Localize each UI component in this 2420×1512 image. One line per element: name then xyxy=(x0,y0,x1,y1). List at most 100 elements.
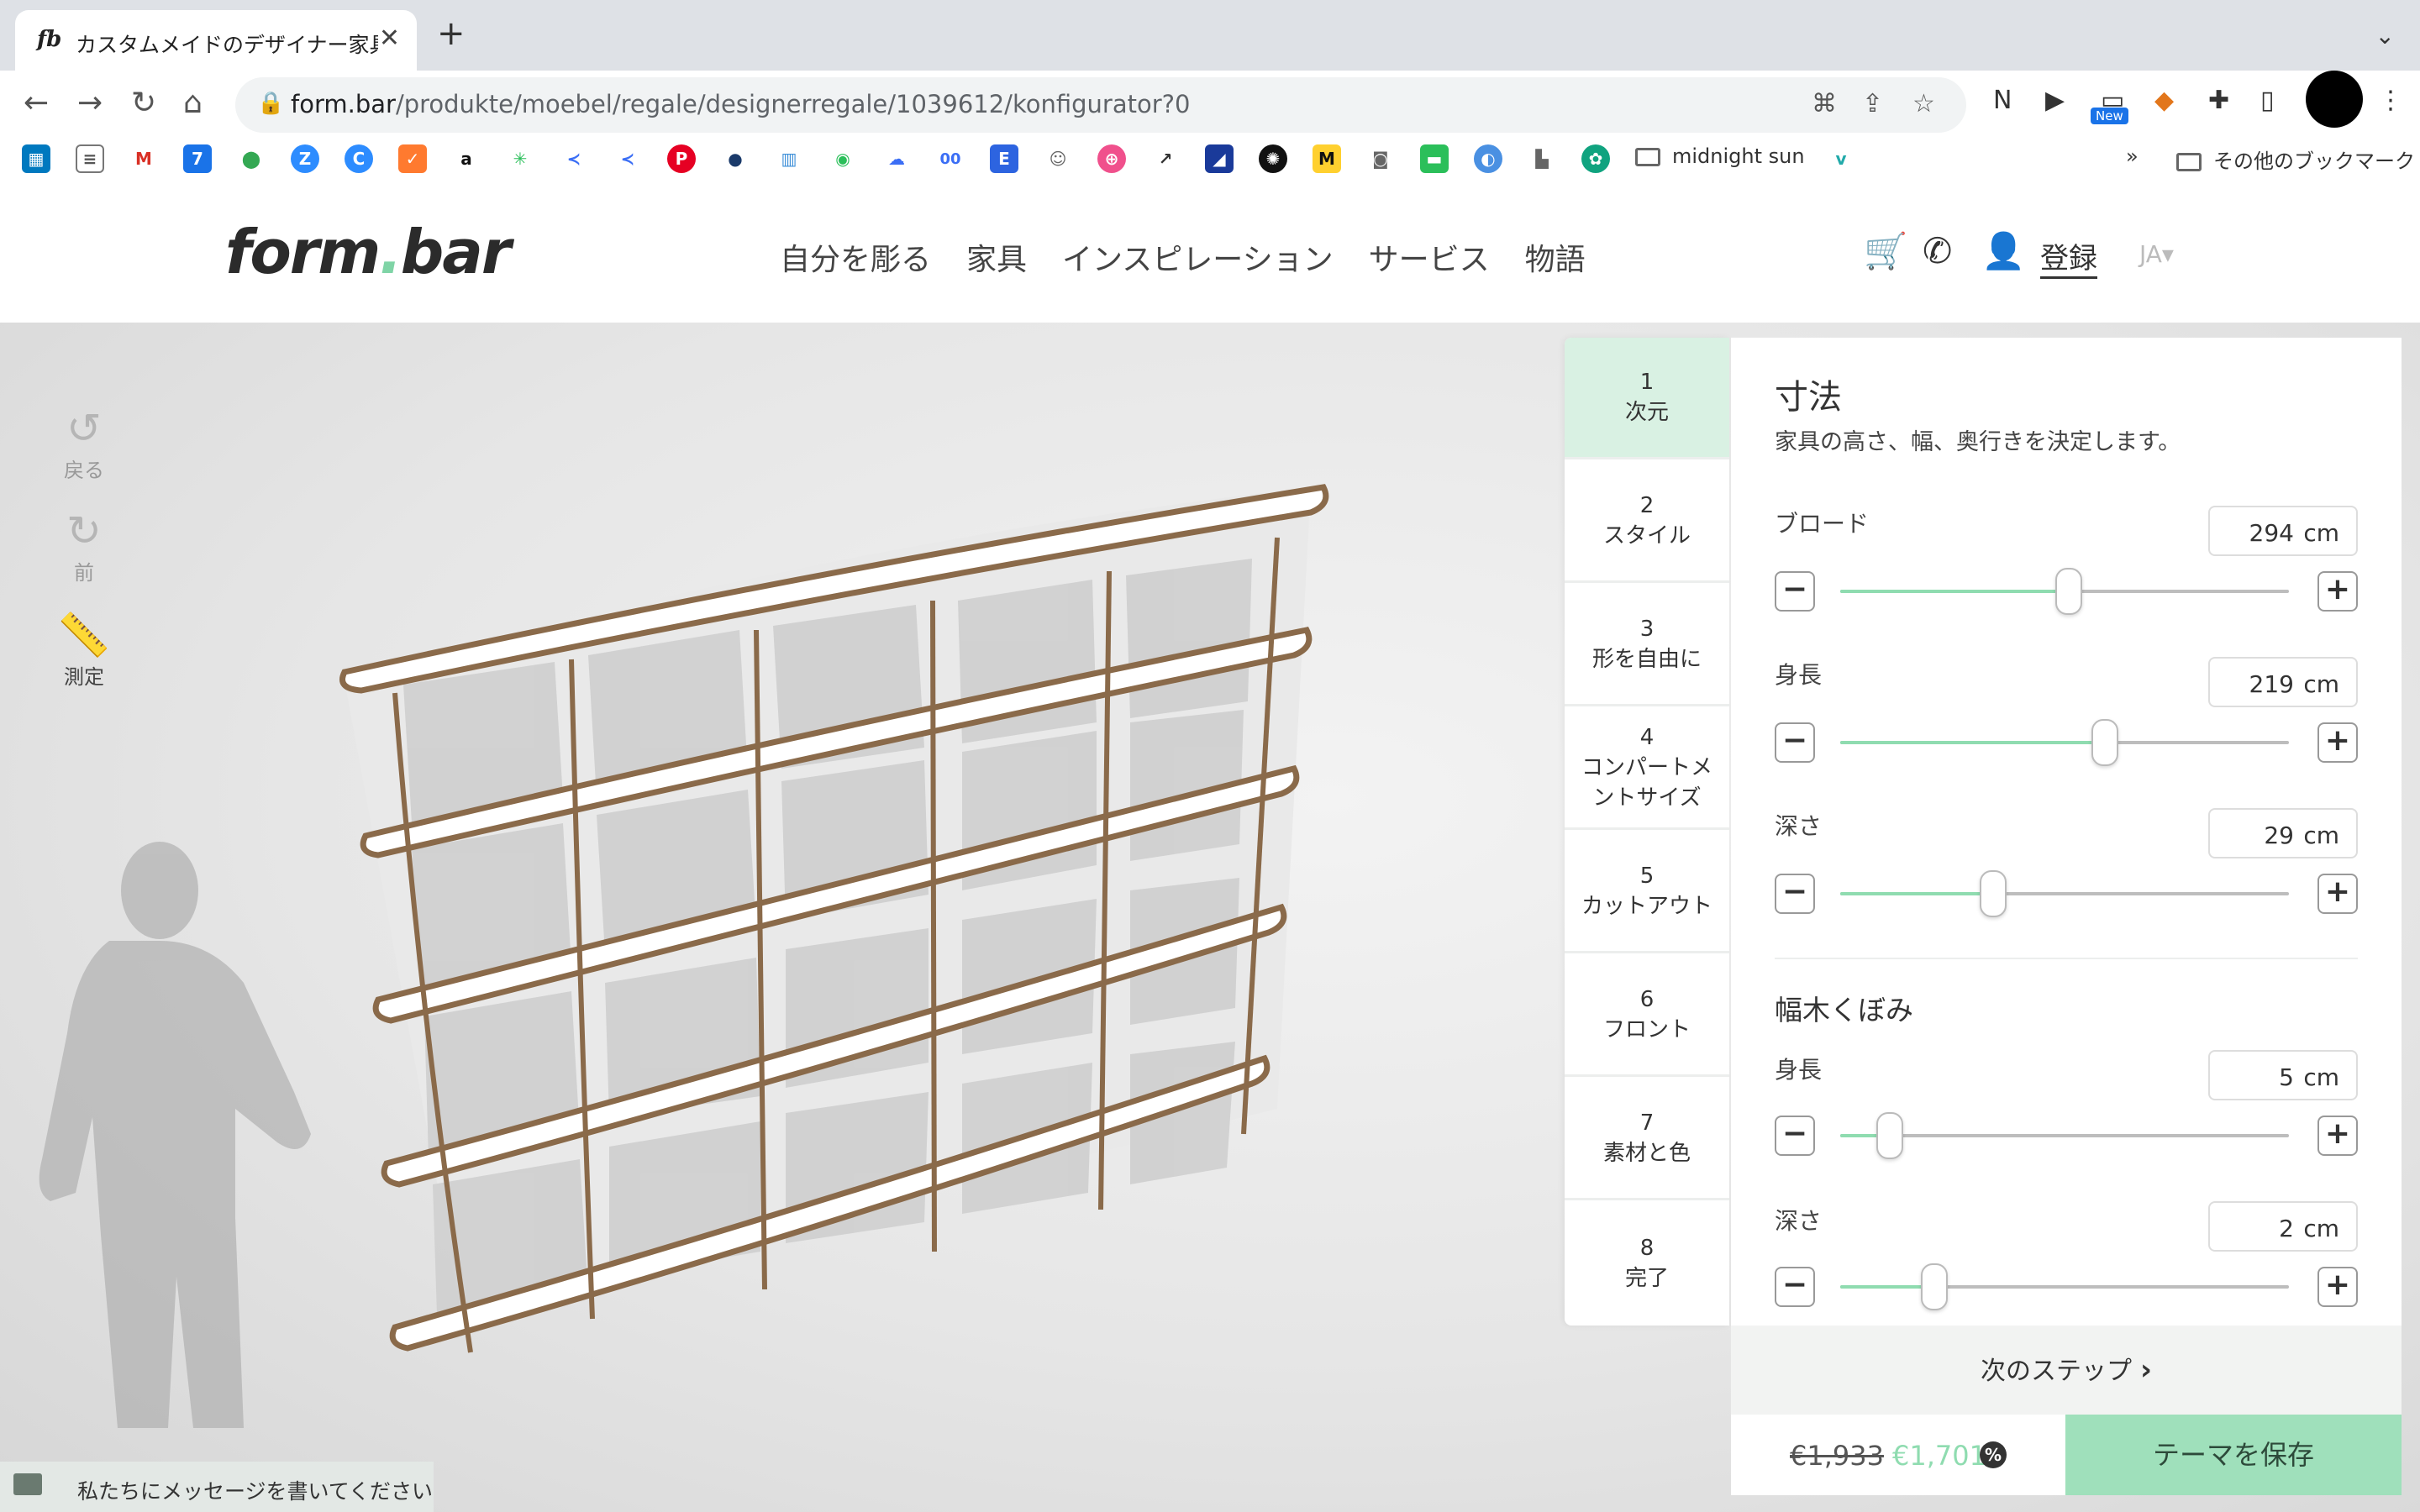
cloud-bookmark-icon[interactable]: ☁ xyxy=(882,144,911,173)
fox-extension-icon[interactable]: ◆ xyxy=(2154,86,2174,115)
home-icon[interactable]: ⌂ xyxy=(183,86,203,120)
arrow2-bookmark-icon[interactable]: ≺ xyxy=(613,144,642,173)
step-4-compartment-size[interactable]: 4 コンパートメントサイズ xyxy=(1565,708,1729,830)
width-increase-button[interactable]: + xyxy=(2317,571,2358,612)
profile-avatar[interactable] xyxy=(2306,71,2363,128)
amazon-bookmark-icon[interactable]: a xyxy=(452,144,481,173)
plinth-depth-input[interactable]: 2 cm xyxy=(2208,1201,2358,1252)
plinth-depth-increase-button[interactable]: + xyxy=(2317,1267,2358,1307)
depth-increase-button[interactable]: + xyxy=(2317,874,2358,914)
height-input[interactable]: 219 cm xyxy=(2208,657,2358,707)
undo-button[interactable]: ↺ 戻る xyxy=(50,403,118,483)
arrow-bookmark-icon[interactable]: ≺ xyxy=(560,144,588,173)
plinth-height-slider[interactable] xyxy=(1840,1112,2289,1159)
address-bar[interactable]: 🔒 form.bar/produkte/moebel/regale/design… xyxy=(235,77,1966,133)
next-step-button[interactable]: 次のステップ › xyxy=(1731,1326,2402,1415)
sidepanel-icon[interactable]: ▯ xyxy=(2260,86,2275,115)
bookmark-folder-midnight-sun[interactable]: midnight sun xyxy=(1635,144,1805,168)
circle-bookmark-icon[interactable]: ● xyxy=(721,144,750,173)
notion-extension-icon[interactable]: N xyxy=(1993,86,2012,115)
smiley-bookmark-icon[interactable]: ☺ xyxy=(1044,144,1072,173)
width-slider[interactable] xyxy=(1840,568,2289,615)
camera-bookmark-icon[interactable]: ◙ xyxy=(1366,144,1395,173)
plinth-depth-decrease-button[interactable]: − xyxy=(1775,1267,1815,1307)
chart-bookmark-icon[interactable]: ▥ xyxy=(775,144,803,173)
depth-decrease-button[interactable]: − xyxy=(1775,874,1815,914)
save-theme-button[interactable]: テーマを保存 xyxy=(2065,1415,2402,1495)
nav-item[interactable]: 物語 xyxy=(1525,235,1586,279)
c-bookmark-icon[interactable]: C xyxy=(345,144,373,173)
openai-bookmark-icon[interactable]: ✺ xyxy=(1259,144,1287,173)
step-6-front[interactable]: 6 フロント xyxy=(1565,955,1729,1077)
depth-input[interactable]: 29 cm xyxy=(2208,808,2358,858)
puzzle-extensions-icon[interactable]: ✚ xyxy=(2208,86,2229,115)
bookmark-star-icon[interactable]: ☆ xyxy=(1912,89,1935,118)
step-5-cutout[interactable]: 5 カットアウト xyxy=(1565,832,1729,953)
width-decrease-button[interactable]: − xyxy=(1775,571,1815,612)
more-menu-icon[interactable]: ⋮ xyxy=(2378,86,2403,115)
plinth-height-increase-button[interactable]: + xyxy=(2317,1116,2358,1156)
nav-item[interactable]: サービス xyxy=(1369,235,1490,279)
height-increase-button[interactable]: + xyxy=(2317,722,2358,763)
height-decrease-button[interactable]: − xyxy=(1775,722,1815,763)
plinth-height-slider-thumb[interactable] xyxy=(1876,1112,1903,1159)
maps-bookmark-icon[interactable]: ⬤ xyxy=(237,144,266,173)
chatgpt-bookmark-icon[interactable]: ✿ xyxy=(1581,144,1610,173)
phone-icon[interactable]: ✆ xyxy=(1923,230,1952,271)
nav-item[interactable]: インスピレーション xyxy=(1062,235,1334,279)
line-bookmark-icon[interactable]: ▬ xyxy=(1420,144,1449,173)
reload-icon[interactable]: ↻ xyxy=(131,86,156,120)
register-link[interactable]: 登録 xyxy=(2040,235,2097,279)
media-extension-icon[interactable]: ▶ xyxy=(2045,86,2065,115)
zoom-bookmark-icon[interactable]: Z xyxy=(291,144,319,173)
blue-circle-bookmark-icon[interactable]: ◐ xyxy=(1474,144,1502,173)
nav-item[interactable]: 家具 xyxy=(966,235,1027,279)
database-bookmark-icon[interactable]: ≡ xyxy=(76,144,104,173)
forward-arrow-icon[interactable]: → xyxy=(77,86,103,120)
browser-tab-active[interactable]: fb カスタムメイドのデザイナー家具の ✕ xyxy=(15,10,417,71)
orange-bookmark-icon[interactable]: ✓ xyxy=(398,144,427,173)
new-tab-plus-icon[interactable]: + xyxy=(437,17,466,50)
translate-icon[interactable]: ⌘ xyxy=(1812,89,1837,118)
plinth-height-input[interactable]: 5 cm xyxy=(2208,1050,2358,1100)
share-icon[interactable]: ⇪ xyxy=(1862,89,1883,118)
plinth-depth-slider-thumb[interactable] xyxy=(1921,1263,1949,1310)
green-bookmark-icon[interactable]: ◉ xyxy=(829,144,857,173)
back-arrow-icon[interactable]: ← xyxy=(24,86,49,120)
discount-percent-icon[interactable]: % xyxy=(1980,1441,2007,1468)
measure-button[interactable]: 📏 測定 xyxy=(50,610,118,690)
close-icon[interactable]: ✕ xyxy=(379,24,400,53)
plinth-depth-slider[interactable] xyxy=(1840,1263,2289,1310)
chevron-down-icon[interactable]: ⌄ xyxy=(2375,22,2395,50)
height-slider[interactable] xyxy=(1840,719,2289,766)
width-input[interactable]: 294 cm xyxy=(2208,506,2358,556)
green-star-bookmark-icon[interactable]: ✳ xyxy=(506,144,534,173)
formbar-logo[interactable]: form.bar xyxy=(225,217,511,287)
step-2-style[interactable]: 2 スタイル xyxy=(1565,461,1729,583)
url-text[interactable]: form.bar/produkte/moebel/regale/designer… xyxy=(291,90,1190,118)
v-bookmark-icon[interactable]: v xyxy=(1827,144,1855,173)
blue-tag-bookmark-icon[interactable]: ◢ xyxy=(1205,144,1234,173)
depth-slider[interactable] xyxy=(1840,870,2289,917)
calendar-bookmark-icon[interactable]: 7 xyxy=(183,144,212,173)
pinterest-bookmark-icon[interactable]: P xyxy=(667,144,696,173)
user-icon[interactable]: 👤 xyxy=(1981,230,2025,272)
redo-button[interactable]: ↻ 前 xyxy=(50,506,118,585)
width-slider-thumb[interactable] xyxy=(2055,568,2083,615)
gmail-bookmark-icon[interactable]: M xyxy=(129,144,158,173)
step-7-material-color[interactable]: 7 素材と色 xyxy=(1565,1079,1729,1200)
height-slider-thumb[interactable] xyxy=(2091,719,2119,766)
chat-message-bar[interactable]: 私たちにメッセージを書いてください xyxy=(0,1462,434,1512)
plinth-height-decrease-button[interactable]: − xyxy=(1775,1116,1815,1156)
zero-bookmark-icon[interactable]: 00 xyxy=(936,144,965,173)
e-bookmark-icon[interactable]: E xyxy=(990,144,1018,173)
language-select[interactable]: JA▾ xyxy=(2139,240,2174,268)
depth-slider-thumb[interactable] xyxy=(1979,870,2007,917)
nav-item[interactable]: 自分を彫る xyxy=(780,235,931,279)
lock-icon[interactable]: 🔒 xyxy=(257,91,284,116)
step-1-dimensions[interactable]: 1 次元 xyxy=(1565,338,1729,459)
building-bookmark-icon[interactable]: ▙ xyxy=(1528,144,1556,173)
pen-bookmark-icon[interactable]: ↗ xyxy=(1151,144,1180,173)
miro-bookmark-icon[interactable]: M xyxy=(1313,144,1341,173)
bookmarks-overflow-chevron[interactable]: » xyxy=(2126,144,2139,168)
